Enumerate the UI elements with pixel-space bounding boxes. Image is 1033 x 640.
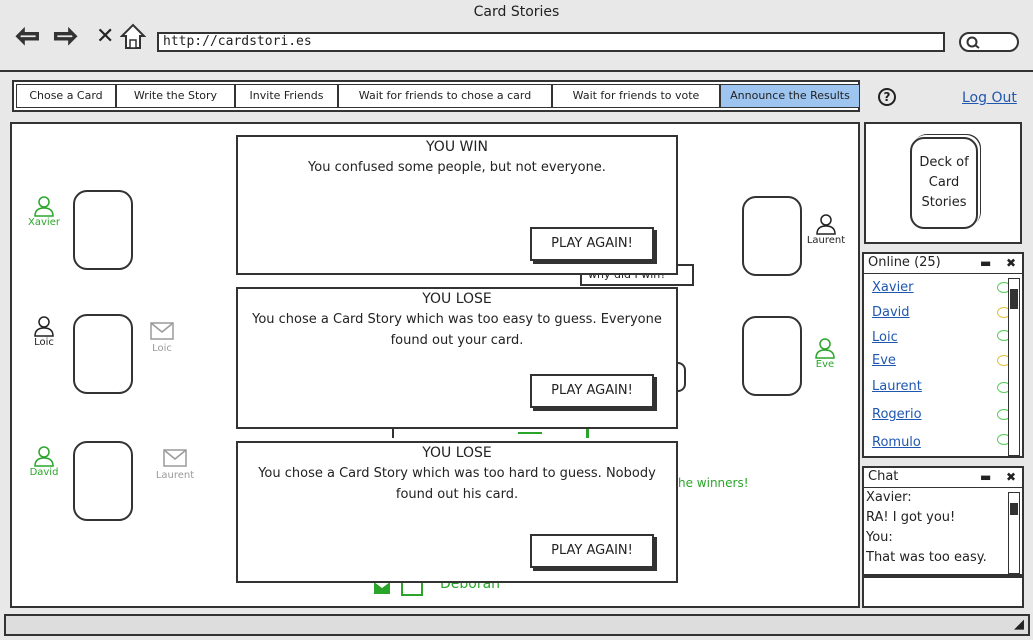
invite-label: Loic xyxy=(152,343,172,354)
chat-message: RA! I got you! xyxy=(866,510,956,525)
scroll-thumb[interactable] xyxy=(1010,503,1018,515)
invite-label: Laurent xyxy=(155,470,195,481)
tab-wait-for-cards[interactable]: Wait for friends to chose a card xyxy=(338,84,552,108)
search-input[interactable] xyxy=(959,32,1019,52)
online-user[interactable]: Xavier xyxy=(872,280,914,295)
url-input[interactable]: http://cardstori.es xyxy=(157,32,945,52)
close-icon[interactable]: ✖ xyxy=(1006,468,1016,486)
player-laurent: Laurent xyxy=(801,213,851,246)
mail-icon xyxy=(163,449,187,467)
chat-input[interactable] xyxy=(862,576,1024,608)
online-title: Online (25) xyxy=(868,255,941,270)
player-xavier: Xavier xyxy=(19,195,69,228)
stop-icon[interactable]: ✕ xyxy=(96,24,114,49)
deck-label-line: Card xyxy=(928,175,960,190)
deck-card[interactable]: Deck of Card Stories xyxy=(910,137,978,229)
online-user[interactable]: Loic xyxy=(872,330,898,345)
online-user[interactable]: Eve xyxy=(872,353,896,368)
tab-wait-for-votes[interactable]: Wait for friends to vote xyxy=(552,84,720,108)
card-slot[interactable] xyxy=(73,190,133,270)
play-again-button[interactable]: PLAY AGAIN! xyxy=(530,534,654,568)
tab-write-the-story[interactable]: Write the Story xyxy=(116,84,235,108)
online-scrollbar[interactable] xyxy=(1008,278,1020,456)
tab-announce-results[interactable]: Announce the Results xyxy=(720,84,860,108)
invite-laurent[interactable]: Laurent xyxy=(150,449,200,481)
player-name: Xavier xyxy=(28,217,60,228)
user-icon xyxy=(816,214,836,235)
search-icon xyxy=(966,36,980,49)
player-name: Laurent xyxy=(806,235,846,246)
online-panel: Online (25) ▬ ✖ Xavier David Loic Eve La… xyxy=(862,252,1024,458)
card-slot[interactable] xyxy=(73,441,133,521)
hidden-divider xyxy=(586,428,589,438)
online-header: Online (25) ▬ ✖ xyxy=(864,254,1022,274)
chat-title: Chat xyxy=(868,469,899,484)
dialog-message: You chose a Card Story which was too eas… xyxy=(252,312,662,348)
player-loic: Loic xyxy=(19,315,69,348)
player-eve: Eve xyxy=(800,337,850,370)
user-icon xyxy=(34,446,54,467)
status-bar: ◢ xyxy=(4,614,1030,636)
tab-invite-friends[interactable]: Invite Friends xyxy=(235,84,338,108)
dialog-message: You chose a Card Story which was too har… xyxy=(258,466,656,502)
online-user[interactable]: Laurent xyxy=(872,379,922,394)
deck-label-line: Stories xyxy=(921,195,967,210)
card-slot[interactable] xyxy=(742,196,802,276)
player-name: David xyxy=(29,467,59,478)
dialog-message: You confused some people, but not everyo… xyxy=(308,160,606,175)
dialog-title: YOU LOSE xyxy=(422,445,492,461)
chrome-divider xyxy=(0,70,1033,72)
user-icon xyxy=(34,316,54,337)
dialog-title: YOU LOSE xyxy=(422,291,492,307)
step-tabbar: Chose a Card Write the Story Invite Frie… xyxy=(12,80,860,112)
resize-grip-icon[interactable]: ◢ xyxy=(1014,617,1024,632)
close-icon[interactable]: ✖ xyxy=(1006,254,1016,272)
back-arrow-icon[interactable]: ⇦ xyxy=(15,21,41,51)
winners-text: he winners! xyxy=(678,476,749,490)
logout-link[interactable]: Log Out xyxy=(962,90,1017,106)
user-icon xyxy=(815,338,835,359)
dialog-title: YOU WIN xyxy=(426,139,488,155)
player-david: David xyxy=(19,445,69,478)
chat-scrollbar[interactable] xyxy=(1008,492,1020,574)
result-dialog-win: YOU WIN You confused some people, but no… xyxy=(236,135,678,275)
card-slot[interactable] xyxy=(73,314,133,394)
hidden-divider xyxy=(518,432,542,434)
user-icon xyxy=(34,196,54,217)
player-name: Loic xyxy=(34,337,54,348)
invite-loic[interactable]: Loic xyxy=(137,322,187,354)
deck-label-line: Deck of xyxy=(919,155,969,170)
play-again-button[interactable]: PLAY AGAIN! xyxy=(530,374,654,408)
play-again-button[interactable]: PLAY AGAIN! xyxy=(530,227,654,261)
window-title: Card Stories xyxy=(473,4,560,20)
chat-message: Xavier: xyxy=(866,490,912,505)
chat-panel: Chat ▬ ✖ Xavier: RA! I got you! You: Tha… xyxy=(862,466,1024,576)
chat-message: That was too easy. xyxy=(866,550,987,565)
card-slot[interactable] xyxy=(742,316,802,396)
tab-chose-a-card[interactable]: Chose a Card xyxy=(16,84,116,108)
player-name: Eve xyxy=(815,359,835,370)
minimize-icon[interactable]: ▬ xyxy=(980,254,991,272)
help-icon[interactable]: ? xyxy=(878,88,896,106)
hidden-divider xyxy=(392,428,394,438)
chat-header: Chat ▬ ✖ xyxy=(864,468,1022,488)
home-icon[interactable] xyxy=(119,22,147,54)
mail-icon xyxy=(150,322,174,340)
online-user[interactable]: David xyxy=(872,305,910,320)
scroll-thumb[interactable] xyxy=(1010,289,1018,309)
minimize-icon[interactable]: ▬ xyxy=(980,468,991,486)
chat-message: You: xyxy=(866,530,893,545)
result-dialog-lose-easy: YOU LOSE You chose a Card Story which wa… xyxy=(236,287,678,429)
forward-arrow-icon[interactable]: ⇨ xyxy=(53,21,79,51)
online-user[interactable]: Rogerio xyxy=(872,407,922,422)
online-user[interactable]: Romulo xyxy=(872,435,921,450)
result-dialog-lose-hard: YOU LOSE You chose a Card Story which wa… xyxy=(236,441,678,583)
